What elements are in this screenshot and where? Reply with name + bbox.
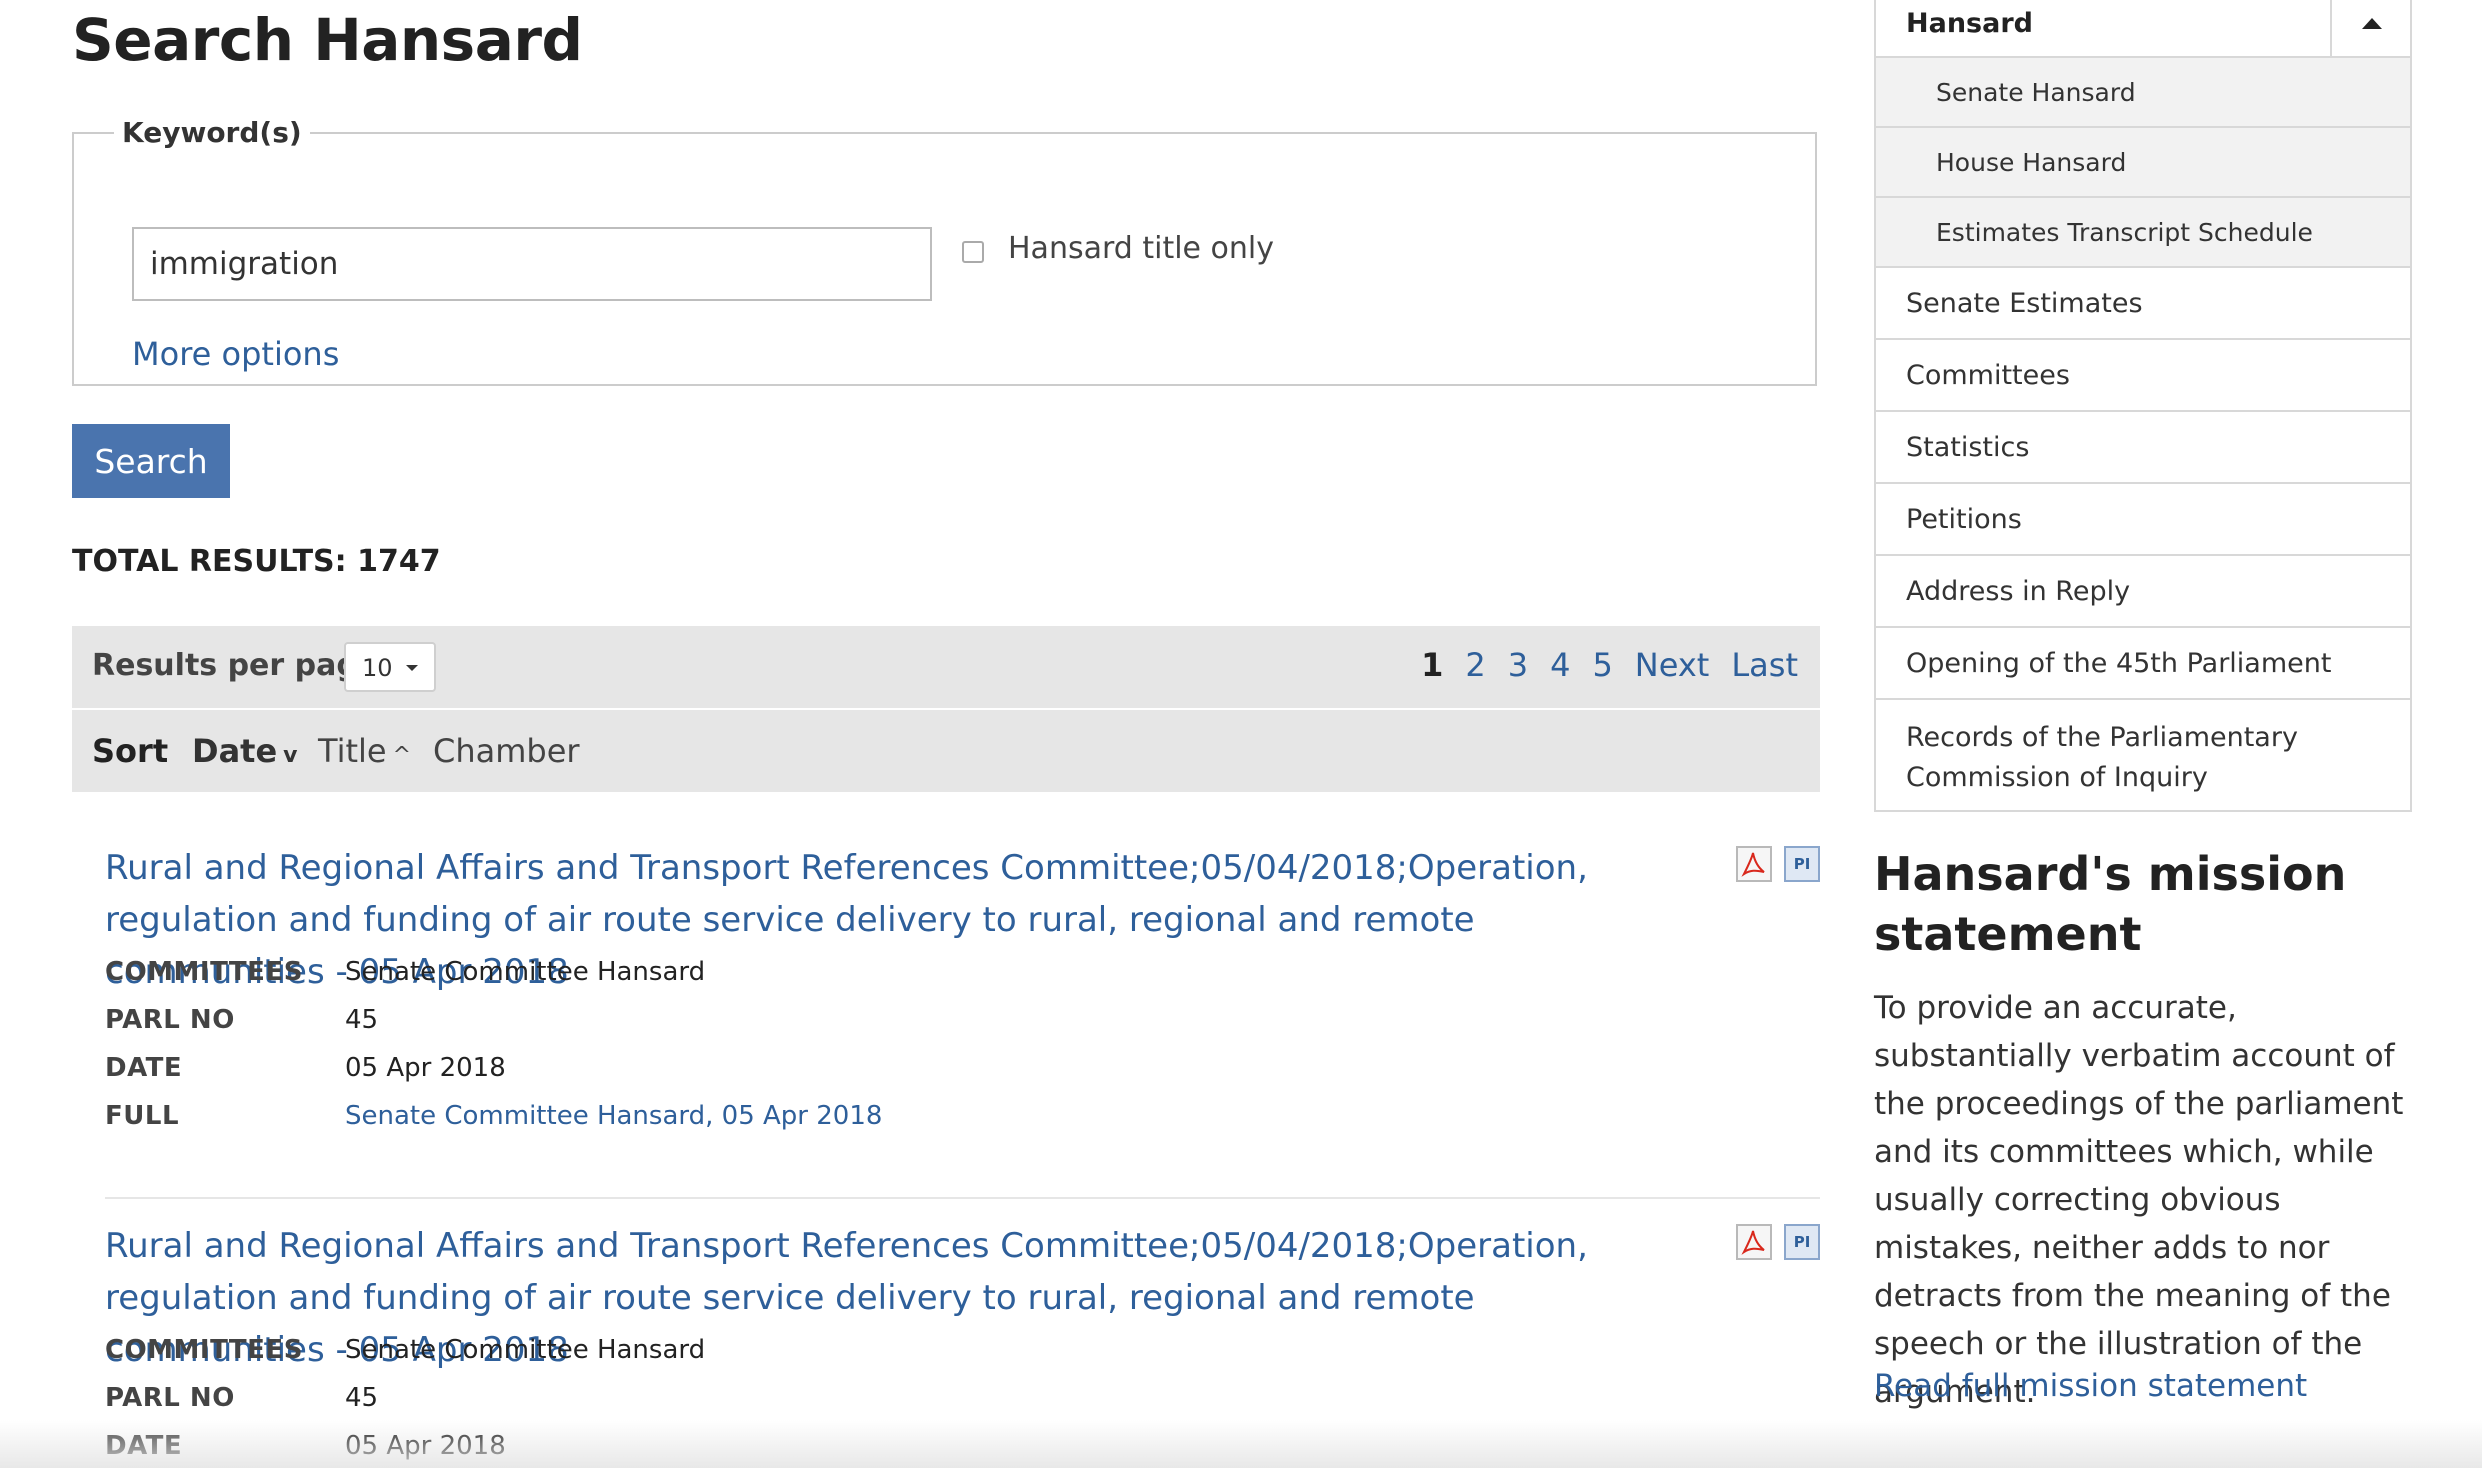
title-only-checkbox[interactable] (962, 240, 984, 263)
meta-value-date: 05 Apr 2018 (345, 1431, 506, 1461)
sort-asc-icon: ^ (392, 743, 412, 768)
sort-chamber[interactable]: Chamber (433, 732, 580, 770)
keyword-input[interactable] (132, 227, 932, 301)
collapse-toggle[interactable] (2330, 0, 2410, 56)
meta-value-committees: Senate Committee Hansard (345, 1335, 706, 1365)
sort-date[interactable]: Date v (192, 732, 298, 770)
sort-desc-icon: v (283, 743, 298, 768)
results-per-page-label: Results per page (92, 648, 379, 683)
meta-label-full: FULL (105, 1101, 180, 1131)
pagination: 1 2 3 4 5 Next Last (1421, 646, 1798, 684)
results-toolbar: Results per page 10 1 2 3 4 5 Next Last (72, 626, 1820, 708)
sidebar-item-address-in-reply[interactable]: Address in Reply (1876, 556, 2410, 628)
sidebar-item-opening-45th[interactable]: Opening of the 45th Parliament (1876, 628, 2410, 700)
meta-value-parl-no: 45 (345, 1005, 379, 1035)
sidebar-item-statistics[interactable]: Statistics (1876, 412, 2410, 484)
title-only-option[interactable]: Hansard title only (962, 231, 1274, 266)
result-icons: PI (1724, 846, 1820, 882)
meta-value-parl-no: 45 (345, 1383, 379, 1413)
mission-title: Hansard's mission statement (1874, 847, 2347, 961)
chevron-down-icon (406, 665, 418, 671)
full-transcript-link[interactable]: Senate Committee Hansard, 05 Apr 2018 (345, 1092, 882, 1140)
pi-icon[interactable]: PI (1784, 1224, 1820, 1260)
meta-label-parl-no: PARL NO (105, 1005, 235, 1035)
results-per-page-value: 10 (362, 654, 393, 682)
result-title-link[interactable]: Rural and Regional Affairs and Transport… (105, 842, 1675, 998)
page-link-5[interactable]: 5 (1592, 646, 1612, 684)
meta-label-date: DATE (105, 1431, 183, 1461)
sort-bar: Sort Date v Title ^ Chamber (72, 710, 1820, 792)
result-title-link[interactable]: Rural and Regional Affairs and Transport… (105, 1220, 1675, 1376)
page-link-3[interactable]: 3 (1508, 646, 1528, 684)
page-link-2[interactable]: 2 (1465, 646, 1485, 684)
pi-icon[interactable]: PI (1784, 846, 1820, 882)
meta-label-date: DATE (105, 1053, 183, 1083)
sidebar-item-commission-records[interactable]: Records of the Parliamentary Commission … (1876, 700, 2410, 812)
sidebar-item-hansard[interactable]: Hansard (1876, 0, 2410, 58)
meta-value-date: 05 Apr 2018 (345, 1053, 506, 1083)
sort-title[interactable]: Title ^ (318, 732, 411, 770)
results-per-page-select[interactable]: 10 (344, 642, 436, 692)
page-link-4[interactable]: 4 (1550, 646, 1570, 684)
page-last[interactable]: Last (1731, 646, 1798, 684)
result-icons: PI (1724, 1224, 1820, 1260)
read-mission-link[interactable]: Read full mission statement (1874, 1368, 2307, 1404)
page-current: 1 (1421, 646, 1444, 684)
meta-value-committees: Senate Committee Hansard (345, 957, 706, 987)
page-title: Search Hansard (72, 6, 583, 74)
result-divider (105, 1197, 1820, 1199)
keyword-legend: Keyword(s) (122, 116, 302, 149)
sidebar-item-senate-estimates[interactable]: Senate Estimates (1876, 268, 2410, 340)
sort-label: Sort (92, 732, 169, 770)
meta-label-parl-no: PARL NO (105, 1383, 235, 1413)
meta-label-committees: COMMITTEES (105, 957, 303, 987)
sort-date-label[interactable]: Date (192, 732, 277, 770)
page-next[interactable]: Next (1635, 646, 1710, 684)
sidebar-item-committees[interactable]: Committees (1876, 340, 2410, 412)
sidebar-subitem-senate-hansard[interactable]: Senate Hansard (1876, 58, 2410, 128)
sidebar-subitem-house-hansard[interactable]: House Hansard (1876, 128, 2410, 198)
sidebar-item-label[interactable]: Hansard (1906, 8, 2033, 39)
sort-title-label[interactable]: Title (318, 732, 387, 770)
sidebar-item-petitions[interactable]: Petitions (1876, 484, 2410, 556)
title-only-label[interactable]: Hansard title only (1008, 231, 1274, 266)
pdf-icon[interactable] (1736, 1224, 1772, 1260)
more-options-link[interactable]: More options (132, 335, 339, 373)
pdf-icon[interactable] (1736, 846, 1772, 882)
keyword-fieldset: Keyword(s) Hansard title only More optio… (72, 116, 1817, 386)
mission-text: To provide an accurate, substantially ve… (1874, 990, 2404, 1410)
sidebar-nav: Hansard Senate Hansard House Hansard Est… (1874, 0, 2412, 812)
caret-up-icon (2362, 18, 2382, 29)
sidebar-subitem-estimates-schedule[interactable]: Estimates Transcript Schedule (1876, 198, 2410, 268)
search-button[interactable]: Search (72, 424, 230, 498)
total-results: TOTAL RESULTS: 1747 (72, 544, 441, 579)
meta-label-committees: COMMITTEES (105, 1335, 303, 1365)
